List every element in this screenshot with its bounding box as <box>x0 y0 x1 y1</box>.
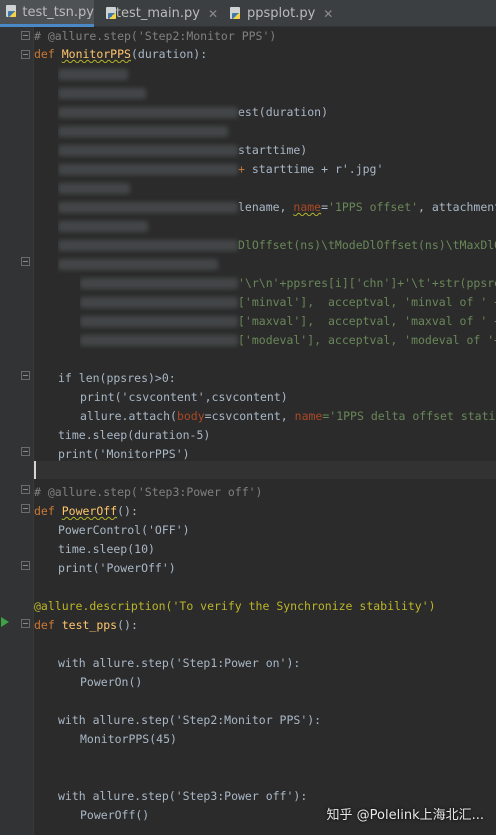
fold-marker-icon[interactable] <box>21 50 30 59</box>
redacted-line: ['minval'], acceptval, 'minval of ' + pp… <box>80 293 496 311</box>
redacted-line: starttime) <box>58 141 496 159</box>
watermark: 知乎 @Polelink上海北汇... <box>326 808 484 823</box>
redacted-line: lename, name='1PPS offset', attachment_t… <box>58 198 496 216</box>
code-line: print('PowerOff') <box>58 561 176 575</box>
fold-marker-icon[interactable] <box>21 257 30 266</box>
python-file-icon <box>230 6 242 21</box>
tab-label: test_tsn.py <box>22 4 94 20</box>
code-line: # @allure.step('Step3:Power off') <box>34 485 263 499</box>
redacted-line: '\r\n'+ppsres[i]['chn']+'\t'+str(ppsres[… <box>80 274 496 292</box>
code-line: MonitorPPS(45) <box>80 732 177 746</box>
python-file-icon <box>6 5 17 19</box>
close-icon[interactable]: ✕ <box>208 7 218 21</box>
code-line: def PowerOff(): <box>34 504 138 518</box>
fold-marker-icon[interactable] <box>21 619 30 628</box>
code-line: with allure.step('Step2:Monitor PPS'): <box>58 713 322 727</box>
code-line: # @allure.step('Step2:Monitor PPS') <box>34 29 277 43</box>
code-line: def test_pps(): <box>34 618 138 632</box>
redacted-line: DlOffset(ns)\tModeDlOffset(ns)\tMaxDlOff… <box>58 236 496 254</box>
redacted-line <box>58 179 496 197</box>
code-line: print('MonitorPPS') <box>58 447 190 461</box>
code-line: print('csvcontent',csvcontent) <box>80 390 288 404</box>
redacted-line <box>58 217 496 235</box>
fold-marker-icon[interactable] <box>21 447 30 456</box>
current-line-highlight <box>35 461 496 479</box>
code-line: time.sleep(10) <box>58 542 155 556</box>
redacted-line: ['modeval'], acceptval, 'modeval of '+ p… <box>80 331 496 349</box>
tab-test-main[interactable]: test_main.py ✕ <box>100 0 218 27</box>
code-line: time.sleep(duration-5) <box>58 428 211 442</box>
code-line: def MonitorPPS(duration): <box>34 47 208 61</box>
fold-marker-icon[interactable] <box>21 561 30 570</box>
fold-marker-icon[interactable] <box>21 371 30 380</box>
code-line: allure.attach(body=csvcontent, name='1PP… <box>80 409 496 423</box>
tab-label: ppsplot.py <box>247 6 316 21</box>
redacted-line <box>58 84 496 102</box>
editor-gutter <box>0 27 34 835</box>
code-line: PowerControl('OFF') <box>58 523 190 537</box>
code-line: @allure.description('To verify the Synch… <box>34 599 436 613</box>
fold-marker-icon[interactable] <box>21 504 30 513</box>
close-icon[interactable]: ✕ <box>323 7 333 21</box>
tab-ppsplot[interactable]: ppsplot.py ✕ <box>224 0 336 27</box>
run-test-icon[interactable] <box>1 617 9 627</box>
fold-marker-icon[interactable] <box>21 31 30 40</box>
code-editor[interactable]: # @allure.step('Step2:Monitor PPS') def … <box>0 27 496 835</box>
redacted-line <box>58 122 496 140</box>
redacted-line: ['maxval'], acceptval, 'maxval of ' + pp… <box>80 312 496 330</box>
code-line: if len(ppsres)>0: <box>58 371 176 385</box>
redacted-line <box>58 255 496 273</box>
python-file-icon <box>106 6 116 21</box>
tab-label: test_main.py <box>115 6 200 21</box>
redacted-line: + starttime + r'.jpg' <box>58 160 496 178</box>
redacted-line: est(duration) <box>58 103 496 121</box>
code-line: with allure.step('Step1:Power on'): <box>58 656 301 670</box>
editor-tab-bar: test_tsn.py test_main.py ✕ ppsplot.py ✕ <box>0 0 496 27</box>
tab-test-tsn[interactable]: test_tsn.py <box>0 0 94 27</box>
code-line: with allure.step('Step3:Power off'): <box>58 789 308 803</box>
redacted-line <box>58 65 496 83</box>
fold-marker-icon[interactable] <box>21 485 30 494</box>
text-cursor <box>34 461 36 479</box>
code-line: PowerOn() <box>80 675 143 689</box>
